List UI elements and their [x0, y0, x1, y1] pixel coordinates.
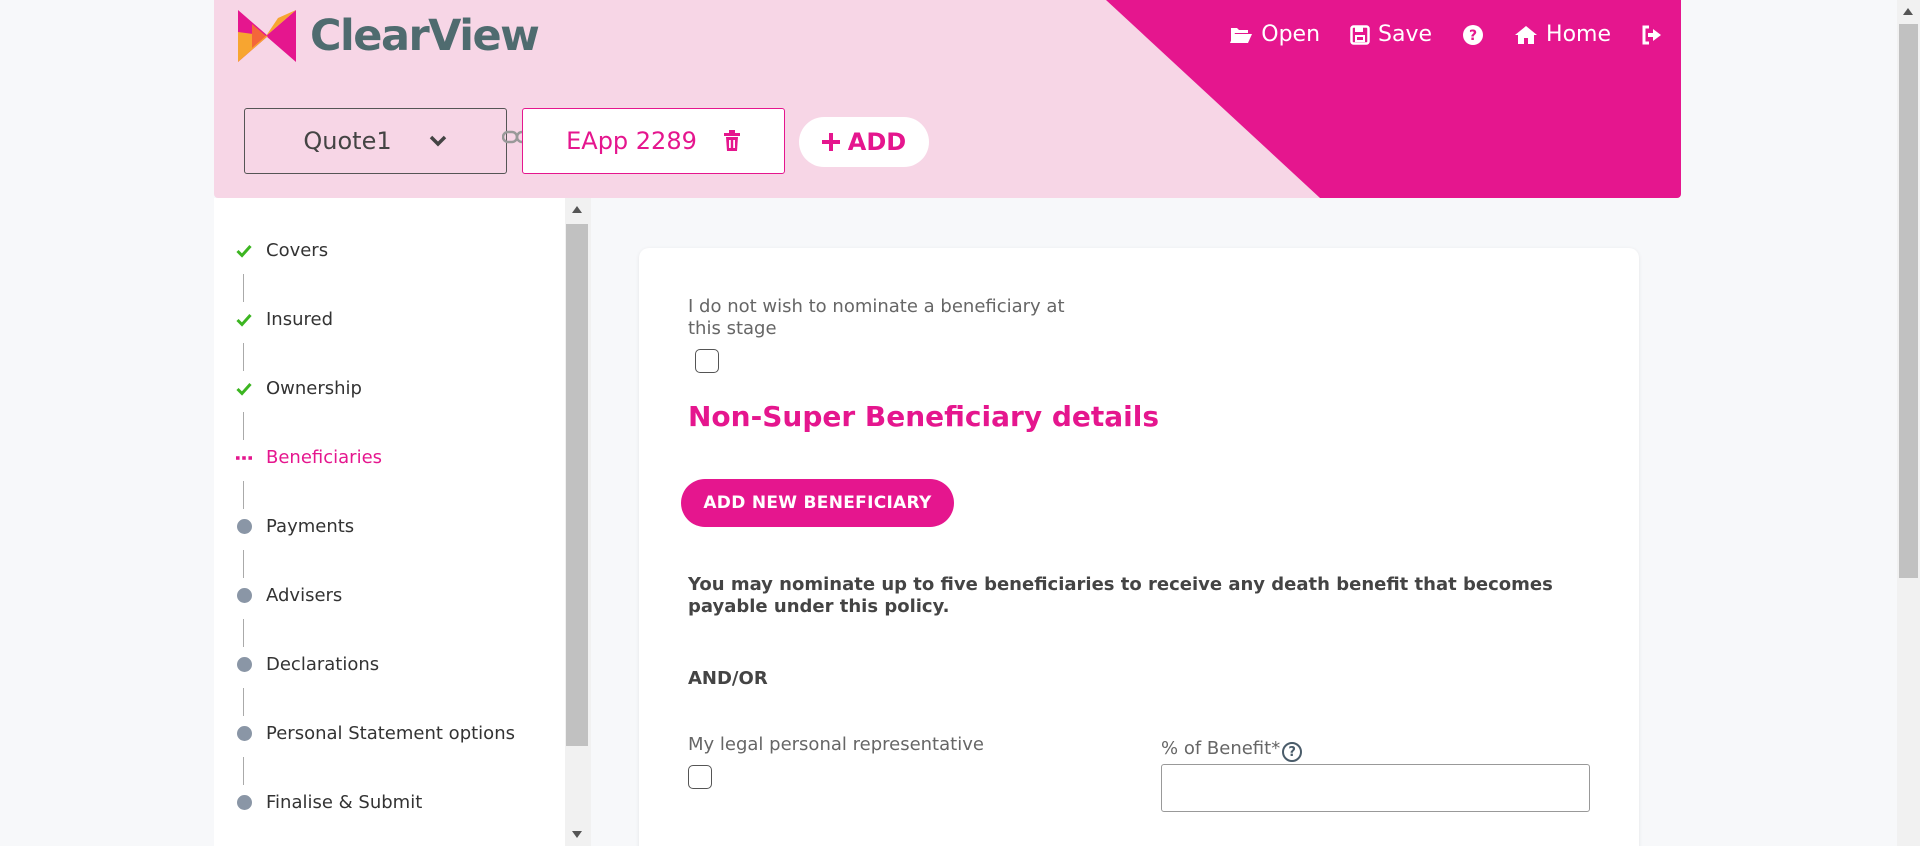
- save-icon: [1350, 24, 1370, 45]
- step-label: Finalise & Submit: [266, 792, 423, 813]
- save-label: Save: [1378, 22, 1433, 47]
- help-button[interactable]: ?: [1462, 24, 1484, 46]
- step-connector: [243, 619, 244, 647]
- page-scroll-thumb[interactable]: [1899, 24, 1918, 578]
- beneficiary-card: I do not wish to nominate a beneficiary …: [639, 248, 1639, 846]
- check-icon: [236, 381, 252, 397]
- step-personal-statement-options[interactable]: Personal Statement options: [236, 723, 515, 744]
- step-label: Covers: [266, 240, 329, 261]
- step-label: Insured: [266, 309, 334, 330]
- step-payments[interactable]: Payments: [236, 516, 354, 537]
- step-covers[interactable]: Covers: [236, 240, 328, 261]
- scroll-up-arrow-icon[interactable]: [572, 206, 582, 213]
- sign-out-icon: [1642, 25, 1661, 44]
- home-button[interactable]: Home: [1514, 22, 1611, 47]
- scroll-down-arrow-icon[interactable]: [572, 831, 582, 838]
- andor-label: AND/OR: [688, 668, 768, 689]
- pending-dot-icon: [236, 588, 252, 604]
- top-nav: Open Save ? Home: [1229, 22, 1663, 47]
- pending-dot-icon: [236, 795, 252, 811]
- step-declarations[interactable]: Declarations: [236, 654, 379, 675]
- trash-icon[interactable]: [723, 130, 741, 152]
- app-header: ClearView Open Save ? Home Quote1 EApp 2…: [214, 0, 1681, 198]
- step-connector: [243, 757, 244, 785]
- step-connector: [243, 412, 244, 440]
- page-scroll-up-arrow-icon[interactable]: [1903, 8, 1913, 15]
- step-label: Ownership: [266, 378, 362, 399]
- no-nomination-checkbox[interactable]: [695, 349, 719, 373]
- eapp-tab-label: EApp 2289: [566, 127, 697, 155]
- step-connector: [243, 343, 244, 371]
- step-finalise-submit[interactable]: Finalise & Submit: [236, 792, 422, 813]
- step-label: Payments: [266, 516, 355, 537]
- step-label: Advisers: [266, 585, 343, 606]
- add-button[interactable]: ADD: [799, 117, 929, 167]
- open-button[interactable]: Open: [1229, 22, 1320, 47]
- step-ownership[interactable]: Ownership: [236, 378, 362, 399]
- step-connector: [243, 481, 244, 509]
- step-advisers[interactable]: Advisers: [236, 585, 342, 606]
- open-label: Open: [1261, 22, 1321, 47]
- sidebar-scrollbar[interactable]: [565, 198, 591, 846]
- check-icon: [236, 312, 252, 328]
- step-insured[interactable]: Insured: [236, 309, 333, 330]
- step-connector: [243, 550, 244, 578]
- ellipsis-icon: [236, 450, 252, 466]
- logout-button[interactable]: [1641, 25, 1663, 45]
- benefit-percent-label-text: % of Benefit*: [1161, 737, 1281, 759]
- question-circle-icon: ?: [1463, 24, 1484, 45]
- eapp-tab[interactable]: EApp 2289: [522, 108, 785, 174]
- home-label: Home: [1546, 22, 1611, 47]
- pending-dot-icon: [236, 726, 252, 742]
- step-connector: [243, 688, 244, 716]
- save-button[interactable]: Save: [1350, 22, 1432, 47]
- chevron-down-icon: [429, 135, 446, 147]
- benefit-percent-input[interactable]: [1161, 764, 1590, 812]
- section-title: Non-Super Beneficiary details: [688, 400, 1159, 433]
- step-label: Declarations: [266, 654, 380, 675]
- no-nomination-label: I do not wish to nominate a beneficiary …: [688, 296, 1065, 339]
- add-new-beneficiary-button[interactable]: ADD NEW BENEFICIARY: [681, 479, 954, 527]
- clearview-logo-icon: [238, 10, 296, 62]
- svg-text:?: ?: [1469, 28, 1477, 44]
- plus-icon: [821, 133, 840, 151]
- add-button-label: ADD: [847, 128, 907, 156]
- pending-dot-icon: [236, 519, 252, 535]
- beneficiary-info-text: You may nominate up to five beneficiarie…: [688, 574, 1553, 617]
- sidebar-scroll-thumb[interactable]: [566, 224, 588, 746]
- logo-text: ClearView: [310, 11, 540, 61]
- step-label: Personal Statement options: [266, 723, 515, 744]
- page-scrollbar[interactable]: [1897, 0, 1920, 846]
- check-icon: [236, 243, 252, 259]
- quote-select[interactable]: Quote1: [244, 108, 507, 174]
- step-beneficiaries[interactable]: Beneficiaries: [236, 447, 382, 468]
- legal-rep-checkbox[interactable]: [688, 765, 712, 789]
- folder-open-icon: [1230, 27, 1253, 43]
- pending-dot-icon: [236, 657, 252, 673]
- step-label: Beneficiaries: [266, 447, 383, 468]
- quote-select-value: Quote1: [303, 127, 392, 155]
- legal-rep-label: My legal personal representative: [688, 734, 984, 755]
- question-circle-icon[interactable]: ?: [1282, 742, 1303, 762]
- benefit-percent-label: % of Benefit* ?: [1161, 734, 1303, 762]
- steps-sidebar: Covers Insured Ownership Beneficiaries P…: [214, 198, 566, 846]
- logo[interactable]: ClearView: [238, 10, 540, 62]
- step-connector: [243, 274, 244, 302]
- home-icon: [1515, 25, 1538, 44]
